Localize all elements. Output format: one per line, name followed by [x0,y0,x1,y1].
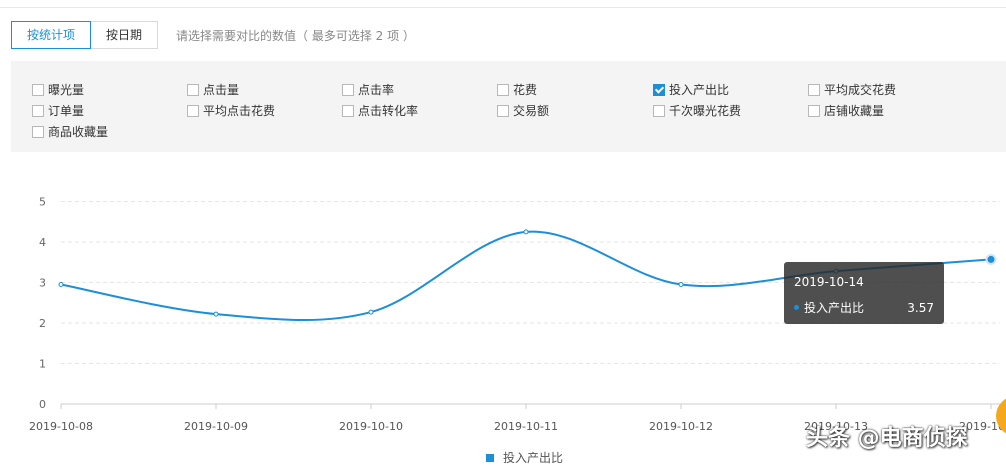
x-tick-label: 2019-10-08 [29,420,93,433]
metric-option[interactable]: 平均点击花费 [187,102,275,119]
legend-label: 投入产出比 [503,451,564,465]
tab-by-metric[interactable]: 按统计项 [11,21,92,49]
compare-hint: 请选择需要对比的数值（ 最多可选择 2 项 ） [176,28,415,43]
metric-option[interactable]: 点击率 [342,81,394,98]
tooltip-row: 投入产出比 3.57 [794,299,934,316]
checkbox-icon[interactable] [32,125,44,138]
metric-option[interactable]: 商品收藏量 [32,123,108,140]
watermark-text: 头条 @电商侦探 [806,426,968,451]
data-point [678,282,684,288]
x-tick-label: 2019-10-10 [339,420,403,433]
metric-option-label: 订单量 [48,104,85,118]
metric-selector-panel: 曝光量 点击量 点击率 花费 投入产出比 平均成交花费订单量 平均点击花费 点击转化率 交易额 千… [11,61,1006,152]
y-tick-label: 3 [39,277,46,290]
chart-legend[interactable]: 投入产出比 [486,449,563,466]
data-point [523,229,529,235]
metric-option-label: 花费 [513,83,538,97]
checkbox-icon[interactable] [497,104,509,117]
checkbox-icon[interactable] [187,83,199,96]
metric-option-label: 平均成交花费 [824,83,897,97]
y-tick-label: 0 [39,398,46,411]
metric-option-label: 投入产出比 [669,83,730,97]
metric-option[interactable]: 千次曝光花费 [653,102,741,119]
y-tick-label: 4 [39,236,46,249]
data-point [213,311,219,317]
metric-option-label: 平均点击花费 [203,104,276,118]
tab-by-date[interactable]: 按日期 [91,21,159,49]
metric-option[interactable]: 投入产出比 [653,81,729,98]
checkbox-icon[interactable] [808,104,820,117]
checkbox-icon[interactable] [32,104,44,117]
checkbox-icon[interactable] [342,83,354,96]
checkbox-icon[interactable] [497,83,509,96]
metric-option[interactable]: 点击量 [187,81,239,98]
checkbox-checked-icon[interactable] [653,83,665,96]
top-divider [0,7,1006,8]
metric-option-label: 点击量 [203,83,240,97]
data-point [368,309,374,315]
metric-option-label: 交易额 [513,104,550,118]
x-tick-label: 2019-10-11 [494,420,558,433]
metric-option[interactable]: 曝光量 [32,81,84,98]
y-tick-label: 5 [39,196,46,209]
metric-option-label: 点击转化率 [358,104,419,118]
metric-option[interactable]: 订单量 [32,102,84,119]
metric-option[interactable]: 花费 [497,81,537,98]
metric-option-label: 店铺收藏量 [824,104,885,118]
tooltip-date: 2019-10-14 [794,275,864,289]
chart-tooltip: 2019-10-14 投入产出比 3.57 [784,262,944,324]
data-point [58,282,64,288]
checkbox-icon[interactable] [187,104,199,117]
metric-option-label: 千次曝光花费 [669,104,742,118]
legend-swatch-icon [486,453,494,462]
checkbox-icon[interactable] [808,83,820,96]
mode-toolbar: 按统计项 按日期 请选择需要对比的数值（ 最多可选择 2 项 ） [11,21,415,49]
metric-option-label: 商品收藏量 [48,125,109,139]
metric-option[interactable]: 店铺收藏量 [808,102,884,119]
metric-option-label: 点击率 [358,83,395,97]
tooltip-value: 3.57 [907,300,934,315]
tooltip-series-dot-icon [794,305,799,310]
x-tick-label: 2019-10-12 [649,420,713,433]
y-tick-label: 2 [39,317,46,330]
metric-option-label: 曝光量 [48,83,85,97]
checkbox-icon[interactable] [653,104,665,117]
metric-option[interactable]: 平均成交花费 [808,81,896,98]
metric-option[interactable]: 交易额 [497,102,549,119]
tooltip-series-name: 投入产出比 [804,301,865,315]
data-point [985,253,997,265]
checkbox-icon[interactable] [342,104,354,117]
checkbox-icon[interactable] [32,83,44,96]
metric-option[interactable]: 点击转化率 [342,102,418,119]
y-tick-label: 1 [39,358,46,371]
x-tick-label: 2019-10-09 [184,420,248,433]
